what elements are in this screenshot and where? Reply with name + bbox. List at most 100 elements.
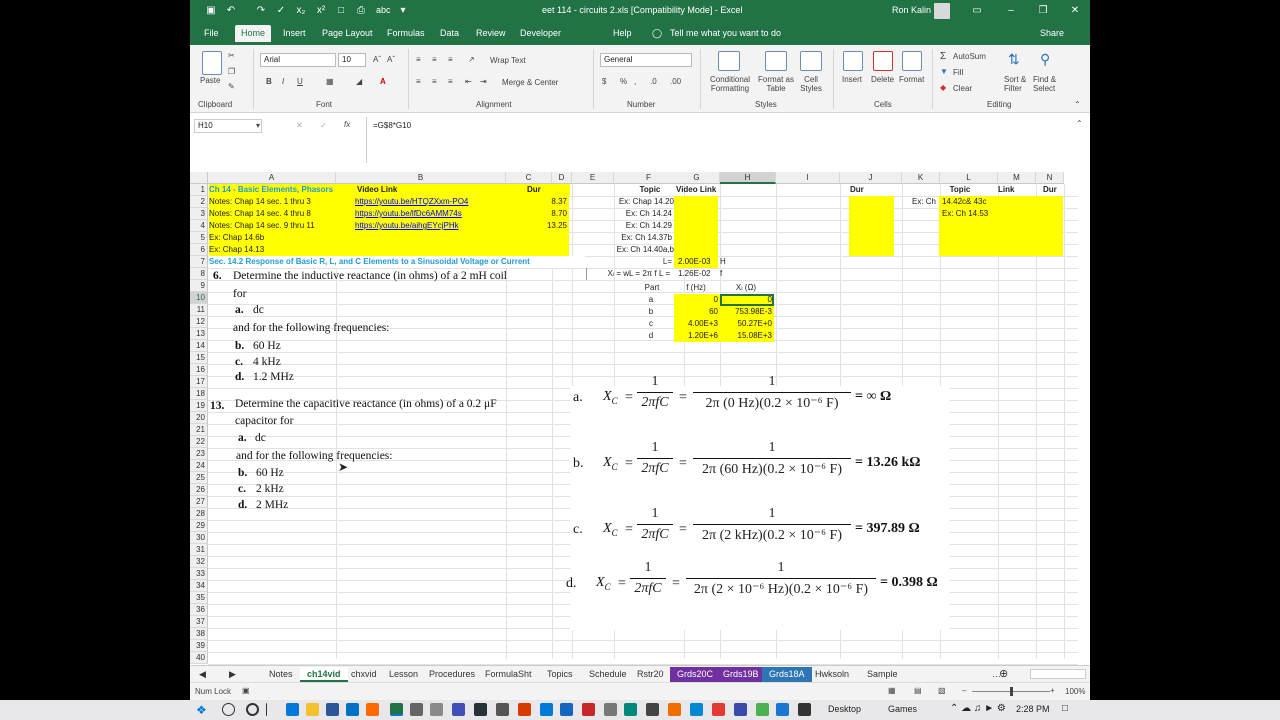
- edge-icon[interactable]: [286, 703, 299, 716]
- sheet-tab-schedule[interactable]: Schedule: [582, 667, 634, 682]
- app-icon-12[interactable]: [690, 703, 703, 716]
- customize-qat-icon[interactable]: ▾: [396, 4, 410, 18]
- sheet-tab-chxvid[interactable]: chxvid: [344, 667, 384, 682]
- cell-k2[interactable]: Ex: Ch: [912, 196, 940, 208]
- app-icon-14[interactable]: [734, 703, 747, 716]
- delete-cells-button[interactable]: Delete: [871, 75, 894, 84]
- row-header-31[interactable]: 31: [190, 544, 208, 556]
- autosum-button[interactable]: AutoSum: [953, 52, 986, 61]
- cell-c3[interactable]: 8.70: [525, 208, 567, 220]
- cell-c4[interactable]: 13.25: [525, 220, 567, 232]
- sort-filter-button[interactable]: Sort & Filter: [1004, 75, 1034, 93]
- part-label[interactable]: d: [630, 330, 674, 342]
- cell-f7[interactable]: L=: [630, 256, 672, 268]
- link-b3[interactable]: https://youtu.be/lfDc6AMM74s: [355, 208, 525, 220]
- zoom-in-icon[interactable]: +: [1050, 686, 1055, 695]
- chrome-icon[interactable]: [756, 703, 769, 716]
- cell-f1[interactable]: Topic: [630, 184, 670, 196]
- word-icon[interactable]: [326, 703, 339, 716]
- cell-g8[interactable]: 1.26E-02: [678, 268, 722, 280]
- column-header-h[interactable]: H: [720, 172, 776, 184]
- row-header-2[interactable]: 2: [190, 196, 208, 208]
- underline-button[interactable]: U: [297, 77, 303, 86]
- app-icon-13[interactable]: [712, 703, 725, 716]
- font-size-select[interactable]: 10: [338, 53, 366, 67]
- insert-cells-icon[interactable]: [843, 51, 863, 71]
- paste-label[interactable]: Paste: [200, 76, 220, 85]
- row-header-36[interactable]: 36: [190, 604, 208, 616]
- align-center-icon[interactable]: ≡: [432, 77, 437, 86]
- row-header-39[interactable]: 39: [190, 640, 208, 652]
- row-header-17[interactable]: 17: [190, 376, 208, 388]
- horizontal-scrollbar[interactable]: [1030, 669, 1086, 679]
- print-icon[interactable]: ⎙: [354, 4, 368, 18]
- cell-f5[interactable]: Ex: Ch 14.37b: [588, 232, 672, 244]
- clear-button[interactable]: Clear: [953, 84, 972, 93]
- fill-color-icon[interactable]: ◢: [356, 77, 362, 86]
- increase-decimal-icon[interactable]: .0: [650, 77, 657, 86]
- row-header-10[interactable]: 10: [190, 292, 208, 304]
- column-header-a[interactable]: A: [208, 172, 336, 184]
- app-icon-2[interactable]: [430, 703, 443, 716]
- cell-l3[interactable]: Ex: Ch 14.53: [942, 208, 1032, 220]
- align-middle-icon[interactable]: ≡: [432, 55, 437, 64]
- font-color-icon[interactable]: A: [380, 77, 386, 86]
- row-header-27[interactable]: 27: [190, 496, 208, 508]
- align-left-icon[interactable]: ≡: [416, 77, 421, 86]
- align-bottom-icon[interactable]: ≡: [448, 55, 453, 64]
- select-all-corner[interactable]: [190, 172, 208, 184]
- cell-f2[interactable]: Ex: Chap 14.20: [588, 196, 674, 208]
- user-name[interactable]: Ron Kalin: [892, 5, 931, 15]
- cell-a2[interactable]: Notes: Chap 14 sec. 1 thru 3: [209, 196, 355, 208]
- cell-m1[interactable]: Link: [998, 184, 1028, 196]
- enter-icon[interactable]: ✓: [320, 121, 327, 130]
- cell-a4[interactable]: Notes: Chap 14 sec. 9 thru 11: [209, 220, 355, 232]
- sheet-tab-grds20c[interactable]: Grds20C: [670, 667, 721, 682]
- percent-icon[interactable]: %: [620, 77, 627, 86]
- frequency-cell[interactable]: 1.20E+6: [674, 330, 720, 342]
- cell-b1[interactable]: Video Link: [355, 184, 525, 196]
- conditional-formatting-icon[interactable]: [718, 51, 740, 71]
- find-icon[interactable]: ⚲: [1040, 51, 1050, 68]
- row-header-8[interactable]: 8: [190, 268, 208, 280]
- cell-g1[interactable]: Video Link: [676, 184, 736, 196]
- part-label[interactable]: a: [630, 294, 674, 306]
- task-view-icon[interactable]: [266, 703, 268, 716]
- zoom-out-icon[interactable]: –: [962, 686, 966, 695]
- cell-a5[interactable]: Ex: Chap 14.6b: [209, 232, 355, 244]
- row-header-14[interactable]: 14: [190, 340, 208, 352]
- conditional-formatting-button[interactable]: Conditional Formatting: [706, 75, 754, 93]
- row-header-12[interactable]: 12: [190, 316, 208, 328]
- reactance-cell[interactable]: 0: [720, 294, 774, 306]
- decrease-indent-icon[interactable]: ⇤: [465, 77, 472, 86]
- desktop-toolbar[interactable]: Desktop: [828, 704, 861, 714]
- sheet-tab-notes[interactable]: Notes: [262, 667, 300, 682]
- app-icon-3[interactable]: [452, 703, 465, 716]
- orientation-icon[interactable]: ↗: [468, 55, 475, 64]
- avatar[interactable]: [934, 3, 950, 19]
- sheet-tab-hwksoln[interactable]: Hwksoln: [808, 667, 856, 682]
- share-button[interactable]: Share: [1040, 28, 1064, 38]
- file-explorer-icon[interactable]: [306, 703, 319, 716]
- row-header-19[interactable]: 19: [190, 400, 208, 412]
- page-layout-view-icon[interactable]: ▤: [914, 686, 922, 695]
- cell-j1[interactable]: Dur: [850, 184, 880, 196]
- font-name-select[interactable]: Arial: [260, 53, 336, 67]
- tab-help[interactable]: Help: [613, 28, 632, 38]
- insert-function-icon[interactable]: fx: [344, 120, 350, 129]
- tab-insert[interactable]: Insert: [283, 28, 306, 38]
- spellcheck-icon[interactable]: abc: [376, 5, 391, 15]
- cell-a1[interactable]: Ch 14 - Basic Elements, Phasors: [209, 184, 355, 196]
- increase-indent-icon[interactable]: ⇥: [480, 77, 487, 86]
- cut-icon[interactable]: ✂: [228, 51, 235, 60]
- find-select-button[interactable]: Find & Select: [1033, 75, 1067, 93]
- sheet-tab-ch14vid[interactable]: ch14vid: [300, 667, 348, 682]
- row-header-35[interactable]: 35: [190, 592, 208, 604]
- row-header-21[interactable]: 21: [190, 424, 208, 436]
- wrap-text-button[interactable]: Wrap Text: [490, 56, 526, 65]
- cell-a7[interactable]: Sec. 14.2 Response of Basic R, L, and C …: [209, 256, 585, 268]
- column-header-j[interactable]: J: [840, 172, 902, 184]
- cell-f8[interactable]: Xₗ = wL = 2π f L =: [586, 268, 672, 280]
- row-header-5[interactable]: 5: [190, 232, 208, 244]
- games-toolbar[interactable]: Games: [888, 704, 917, 714]
